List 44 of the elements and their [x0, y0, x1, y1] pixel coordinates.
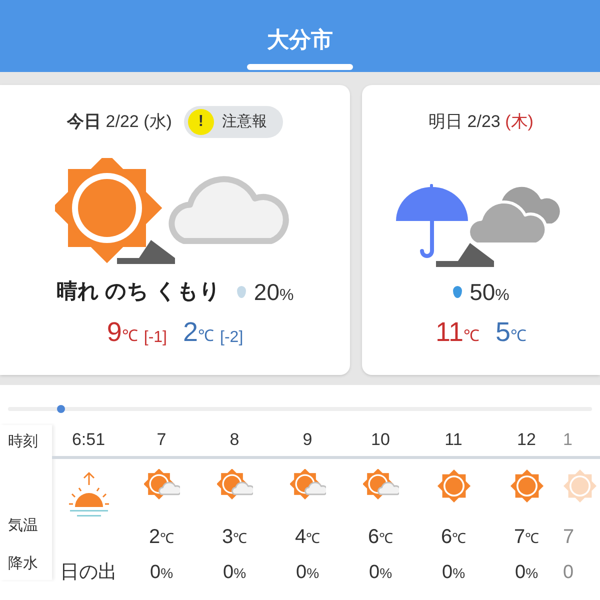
hour-precip: 0%	[222, 561, 246, 585]
hour-label: 1	[563, 429, 572, 451]
hour-temp: 6℃	[368, 525, 394, 550]
date-label: 今日 2/22 (水)	[67, 111, 172, 134]
city-title: 大分市	[267, 26, 333, 54]
hour-precip: 0%	[296, 561, 320, 585]
hour-precip: 0	[563, 561, 574, 585]
hour-precip: 0%	[442, 561, 466, 585]
temp-diff: [-1]	[144, 330, 167, 346]
warning-icon: !	[188, 109, 214, 135]
hour-precip: 0%	[368, 561, 392, 585]
low-temp: 2℃	[183, 319, 214, 346]
hour-temp: 7℃	[514, 525, 540, 550]
hour-label: 7	[156, 429, 166, 451]
warning-badge[interactable]: ! 注意報	[184, 106, 283, 138]
hour-precip: 日の出	[60, 561, 117, 585]
precip-chance: 50%	[470, 278, 510, 307]
hour-temp: 3℃	[222, 525, 248, 550]
weather-text: 晴れ のち くもり	[56, 279, 221, 306]
row-label: 気温	[7, 516, 39, 536]
hour-precip: 0%	[150, 561, 174, 585]
raindrop-icon	[236, 286, 246, 298]
high-temp: 9℃	[106, 319, 138, 346]
row-label: 時刻	[7, 432, 39, 452]
raindrop-icon	[452, 286, 462, 298]
hour-temp: 7	[563, 525, 574, 550]
hour-label: 12	[517, 429, 536, 451]
hour-temp: 6℃	[440, 525, 466, 550]
high-temp: 11℃	[435, 319, 480, 346]
precip-chance: 20%	[254, 278, 294, 307]
temp-diff: [-2]	[220, 330, 244, 346]
hour-label: 8	[230, 429, 240, 451]
low-temp: 5℃	[496, 319, 527, 346]
hour-precip: 0%	[514, 561, 538, 585]
hour-label: 9	[302, 429, 312, 451]
warning-text: 注意報	[222, 112, 267, 132]
hour-temp: 4℃	[294, 525, 320, 550]
hour-label: 11	[444, 429, 462, 451]
hour-label: 6:51	[72, 429, 106, 451]
hour-temp: 2℃	[148, 525, 174, 550]
row-label: 降水	[7, 554, 39, 574]
slider-thumb[interactable]	[56, 405, 65, 413]
date-label: 明日 2/23 (木)	[428, 111, 534, 134]
hour-label: 10	[371, 429, 390, 451]
